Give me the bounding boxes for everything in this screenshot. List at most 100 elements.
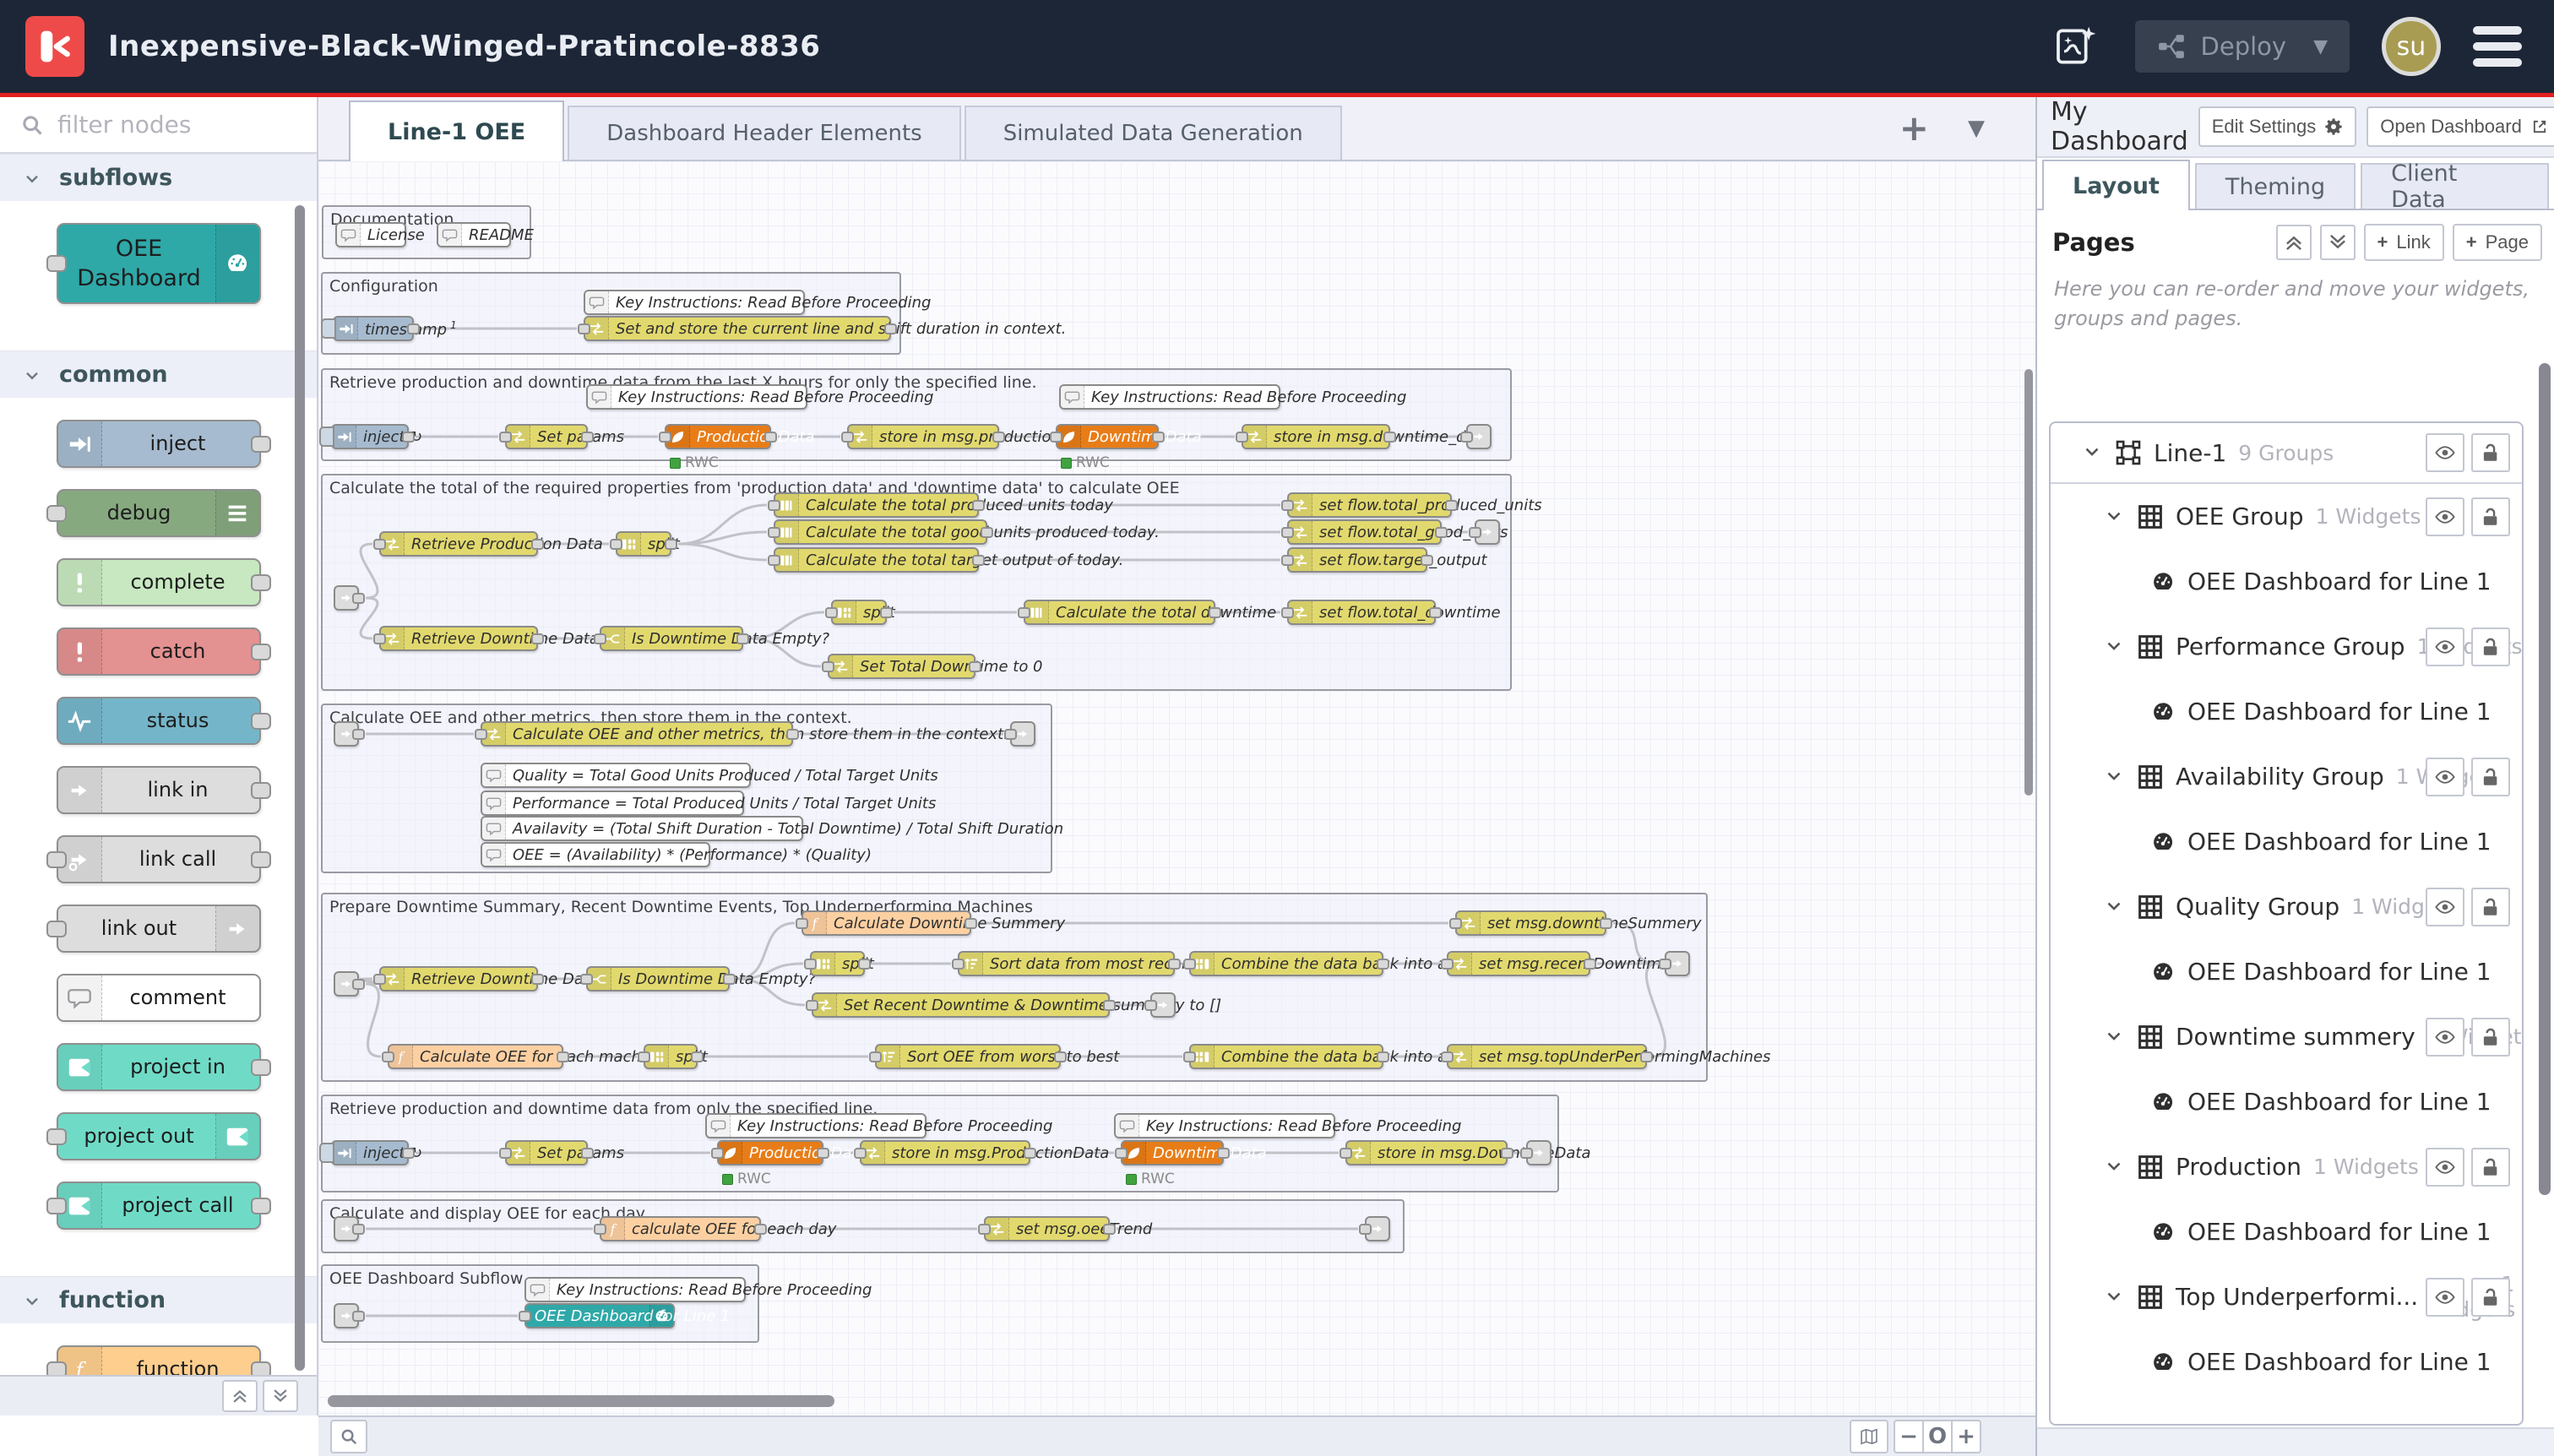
palette-node-status[interactable]: status bbox=[57, 697, 261, 745]
visibility-toggle-button[interactable] bbox=[2426, 433, 2464, 472]
flow-node-split[interactable]: split bbox=[810, 951, 865, 976]
flow-node-change[interactable]: Retrieve Production Data bbox=[379, 531, 538, 557]
flow-node-change[interactable]: Retrieve Downtime Data bbox=[379, 966, 538, 991]
flow-node-change[interactable]: Set Recent Downtime & Downtime summery t… bbox=[812, 992, 1110, 1018]
flow-node-calc[interactable]: Calculate the total target output of tod… bbox=[774, 547, 979, 573]
lock-toggle-button[interactable] bbox=[2471, 627, 2510, 666]
visibility-toggle-button[interactable] bbox=[2426, 888, 2464, 926]
palette-category-common[interactable]: common bbox=[0, 350, 317, 398]
visibility-toggle-button[interactable] bbox=[2426, 758, 2464, 796]
flow-node-influx[interactable]: DowntimeDataRWC bbox=[1056, 424, 1159, 449]
tree-group-row[interactable]: Top Underperformi...1 Widgets bbox=[2051, 1264, 2522, 1329]
tree-group-row[interactable]: Availability Group1 Widgets bbox=[2051, 744, 2522, 809]
tree-widget-row[interactable]: OEE Dashboard for Line 1 bbox=[2051, 809, 2522, 874]
flow-node-influx[interactable]: DowntimeDataRWC bbox=[1121, 1140, 1224, 1165]
flow-node-switch[interactable]: Is Downtime Data Empty? bbox=[586, 966, 730, 991]
tree-group-row[interactable]: Downtime summery1 Widgets bbox=[2051, 1004, 2522, 1069]
palette-node-link-in[interactable]: link in bbox=[57, 766, 261, 814]
edit-settings-button[interactable]: Edit Settings bbox=[2198, 106, 2357, 147]
palette-node-link-out[interactable]: link out bbox=[57, 905, 261, 953]
flow-node-comment[interactable]: README bbox=[437, 222, 511, 247]
flow-node-change[interactable]: set flow.total_downtime bbox=[1287, 600, 1436, 625]
flow-node-comment[interactable]: Key Instructions: Read Before Proceeding bbox=[1059, 384, 1280, 410]
flow-node-change[interactable]: Calculate OEE and other metrics, then st… bbox=[481, 721, 793, 747]
flow-node-comment[interactable]: Quality = Total Good Units Produced / To… bbox=[481, 763, 751, 788]
flow-tab-Dashboard-Header-Elements[interactable]: Dashboard Header Elements bbox=[568, 106, 960, 160]
palette-node-inject[interactable]: inject bbox=[57, 420, 261, 468]
flow-node-influx[interactable]: ProductionDataRWC bbox=[665, 424, 771, 449]
flow-node-change[interactable]: Set Total Downtime to 0 bbox=[828, 654, 975, 679]
palette-node-project-call[interactable]: project call bbox=[57, 1182, 261, 1230]
palette-node-project-out[interactable]: project out bbox=[57, 1112, 261, 1160]
flow-node-linkin[interactable] bbox=[334, 1216, 359, 1241]
lock-toggle-button[interactable] bbox=[2471, 1148, 2510, 1187]
visibility-toggle-button[interactable] bbox=[2426, 497, 2464, 536]
chevron-down-icon[interactable] bbox=[2103, 764, 2125, 790]
flow-node-change[interactable]: set flow.total_good_units bbox=[1287, 519, 1442, 545]
zoom-in-button[interactable]: + bbox=[1951, 1420, 1981, 1453]
tree-widget-row[interactable]: OEE Dashboard for Line 1 bbox=[2051, 679, 2522, 744]
tree-page-row[interactable]: Line-19 Groups bbox=[2051, 423, 2522, 484]
flow-list-caret-icon[interactable]: ▼ bbox=[1968, 116, 1985, 141]
palette-node-comment[interactable]: comment bbox=[57, 974, 261, 1022]
flow-node-join[interactable]: Combine the data back into an array. bbox=[1189, 951, 1383, 976]
collapse-pages-button[interactable] bbox=[2276, 225, 2312, 260]
flow-node-comment[interactable]: Key Instructions: Read Before Proceeding bbox=[1114, 1113, 1335, 1138]
tree-group-row[interactable]: OEE Group1 Widgets bbox=[2051, 484, 2522, 549]
visibility-toggle-button[interactable] bbox=[2426, 627, 2464, 666]
visibility-toggle-button[interactable] bbox=[2426, 1148, 2464, 1187]
chevron-down-icon[interactable] bbox=[2081, 440, 2103, 465]
flow-node-linkout[interactable] bbox=[1466, 424, 1492, 449]
flow-node-linkin[interactable] bbox=[334, 971, 359, 997]
canvas-v-scrollbar[interactable] bbox=[2024, 369, 2033, 796]
flow-node-calc[interactable]: Calculate the total good units produced … bbox=[774, 519, 987, 545]
flow-node-change[interactable]: set msg.topUnderPerformingMachines bbox=[1447, 1044, 1647, 1069]
navigator-button[interactable] bbox=[1850, 1420, 1888, 1453]
deploy-caret-icon[interactable]: ▼ bbox=[2313, 36, 2328, 57]
lock-toggle-button[interactable] bbox=[2471, 497, 2510, 536]
flow-node-linkout[interactable] bbox=[1010, 721, 1035, 747]
flow-node-inject[interactable]: timestamp1 bbox=[333, 316, 414, 341]
expand-all-button[interactable] bbox=[263, 1380, 298, 1412]
expand-pages-button[interactable] bbox=[2320, 225, 2356, 260]
flow-node-split[interactable]: split bbox=[616, 531, 671, 557]
flow-node-change[interactable]: store in msg.downtime_data bbox=[1242, 424, 1390, 449]
flow-node-comment[interactable]: OEE = (Availability) * (Performance) * (… bbox=[481, 842, 710, 867]
flow-node-change[interactable]: Set params bbox=[505, 424, 588, 449]
flow-node-comment[interactable]: Key Instructions: Read Before Proceeding bbox=[524, 1277, 746, 1302]
flow-node-function[interactable]: fcalculate OEE for each day bbox=[600, 1216, 761, 1241]
flow-node-split[interactable]: split bbox=[831, 600, 887, 625]
add-page-button[interactable]: +Page bbox=[2453, 224, 2542, 261]
flow-node-switch[interactable]: Is Downtime Data Empty? bbox=[600, 626, 743, 651]
tree-group-row[interactable]: Performance Group1 Widgets bbox=[2051, 614, 2522, 679]
deploy-button[interactable]: Deploy ▼ bbox=[2135, 20, 2350, 73]
canvas-h-scrollbar[interactable] bbox=[328, 1395, 834, 1407]
flow-node-linkout[interactable] bbox=[1526, 1140, 1551, 1165]
flow-node-sort[interactable]: Sort data from most recent to oldest bbox=[958, 951, 1175, 976]
flow-group[interactable]: Calculate and display OEE for each day. bbox=[321, 1199, 1405, 1253]
flow-node-comment[interactable]: Key Instructions: Read Before Proceeding bbox=[584, 290, 805, 315]
flow-node-change[interactable]: set msg.oeeTrend bbox=[984, 1216, 1110, 1241]
flow-node-comment[interactable]: Key Instructions: Read Before Proceeding bbox=[705, 1113, 927, 1138]
tree-widget-row[interactable]: OEE Dashboard for Line 1 bbox=[2051, 1069, 2522, 1134]
add-link-button[interactable]: +Link bbox=[2364, 224, 2444, 261]
inject-button[interactable] bbox=[321, 318, 336, 339]
lock-toggle-button[interactable] bbox=[2471, 1018, 2510, 1057]
tab-theming[interactable]: Theming bbox=[2195, 163, 2356, 209]
flow-node-change[interactable]: Set and store the current line and shift… bbox=[584, 316, 891, 341]
tree-widget-row[interactable]: OEE Dashboard for Line 1 bbox=[2051, 939, 2522, 1004]
tree-group-row[interactable]: Quality Group1 Widgets bbox=[2051, 874, 2522, 939]
sidebar-scrollbar[interactable] bbox=[2539, 363, 2551, 1195]
palette-node-debug[interactable]: debug bbox=[57, 489, 261, 537]
palette-node-OEE-Dashboard[interactable]: OEE Dashboard bbox=[57, 223, 261, 304]
flow-node-comment[interactable]: Performance = Total Produced Units / Tot… bbox=[481, 790, 744, 816]
flow-node-change[interactable]: Set params bbox=[505, 1140, 588, 1165]
lock-toggle-button[interactable] bbox=[2471, 433, 2510, 472]
ai-assistant-icon[interactable] bbox=[2049, 19, 2103, 73]
flow-node-comment[interactable]: Key Instructions: Read Before Proceeding bbox=[586, 384, 807, 410]
inject-button[interactable] bbox=[319, 426, 334, 447]
flow-node-linkin[interactable] bbox=[334, 1303, 359, 1328]
flow-node-comment[interactable]: License bbox=[335, 222, 406, 247]
flow-node-inject[interactable]: inject ↻ bbox=[331, 424, 409, 449]
flow-tab-Simulated-Data-Generation[interactable]: Simulated Data Generation bbox=[965, 106, 1342, 160]
